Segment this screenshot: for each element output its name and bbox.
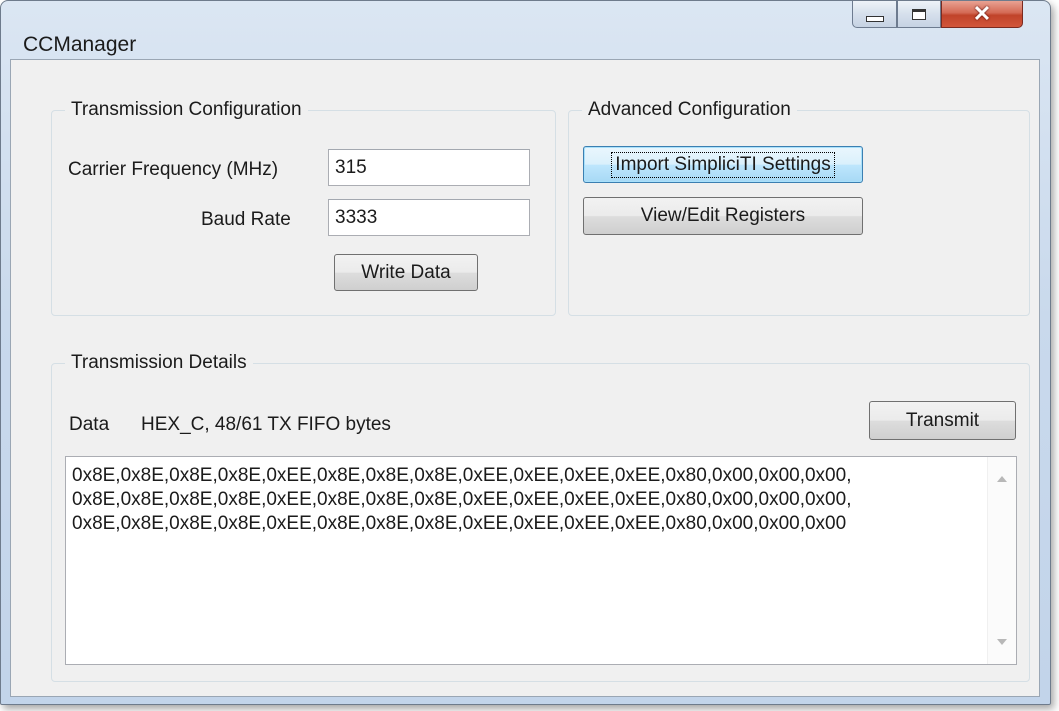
write-data-button-label: Write Data	[361, 261, 451, 283]
data-format-info: HEX_C, 48/61 TX FIFO bytes	[141, 414, 391, 435]
advanced-configuration-group: Advanced Configuration Import SimpliciTI…	[568, 99, 1030, 316]
data-textarea[interactable]: 0x8E,0x8E,0x8E,0x8E,0xEE,0x8E,0x8E,0x8E,…	[65, 456, 1017, 665]
app-window: CCManager ✕ Transmission Configuration C…	[0, 0, 1051, 705]
minimize-icon	[865, 16, 884, 22]
carrier-frequency-input[interactable]	[328, 149, 530, 186]
transmission-details-legend: Transmission Details	[65, 352, 253, 374]
carrier-frequency-label: Carrier Frequency (MHz)	[68, 159, 279, 180]
baud-rate-label: Baud Rate	[201, 209, 291, 230]
data-label: Data	[69, 414, 110, 435]
maximize-icon	[912, 8, 926, 20]
minimize-button[interactable]	[852, 1, 897, 28]
advanced-configuration-legend: Advanced Configuration	[582, 99, 797, 121]
data-vertical-scrollbar[interactable]	[987, 457, 1016, 664]
data-textarea-content[interactable]: 0x8E,0x8E,0x8E,0x8E,0xEE,0x8E,0x8E,0x8E,…	[72, 464, 984, 536]
transmission-configuration-group: Transmission Configuration Carrier Frequ…	[51, 99, 556, 316]
client-area: Transmission Configuration Carrier Frequ…	[10, 59, 1040, 697]
transmission-configuration-legend: Transmission Configuration	[65, 99, 308, 121]
maximize-button[interactable]	[897, 1, 941, 28]
scroll-down-arrow-icon[interactable]	[997, 639, 1007, 645]
window-title: CCManager	[23, 33, 137, 56]
close-button[interactable]: ✕	[941, 1, 1023, 28]
title-bar[interactable]: CCManager ✕	[1, 1, 1050, 56]
transmit-button-label: Transmit	[905, 409, 980, 431]
import-simpliciti-settings-label: Import SimpliciTI Settings	[611, 151, 835, 178]
import-simpliciti-settings-button[interactable]: Import SimpliciTI Settings	[583, 146, 863, 183]
view-edit-registers-button[interactable]: View/Edit Registers	[583, 197, 863, 235]
close-icon: ✕	[972, 1, 992, 26]
baud-rate-input[interactable]	[328, 199, 530, 236]
view-edit-registers-label: View/Edit Registers	[640, 205, 806, 226]
write-data-button[interactable]: Write Data	[334, 254, 478, 291]
scroll-up-arrow-icon[interactable]	[997, 476, 1007, 482]
transmit-button[interactable]: Transmit	[869, 401, 1016, 440]
transmission-details-group: Transmission Details Data HEX_C, 48/61 T…	[51, 352, 1030, 682]
